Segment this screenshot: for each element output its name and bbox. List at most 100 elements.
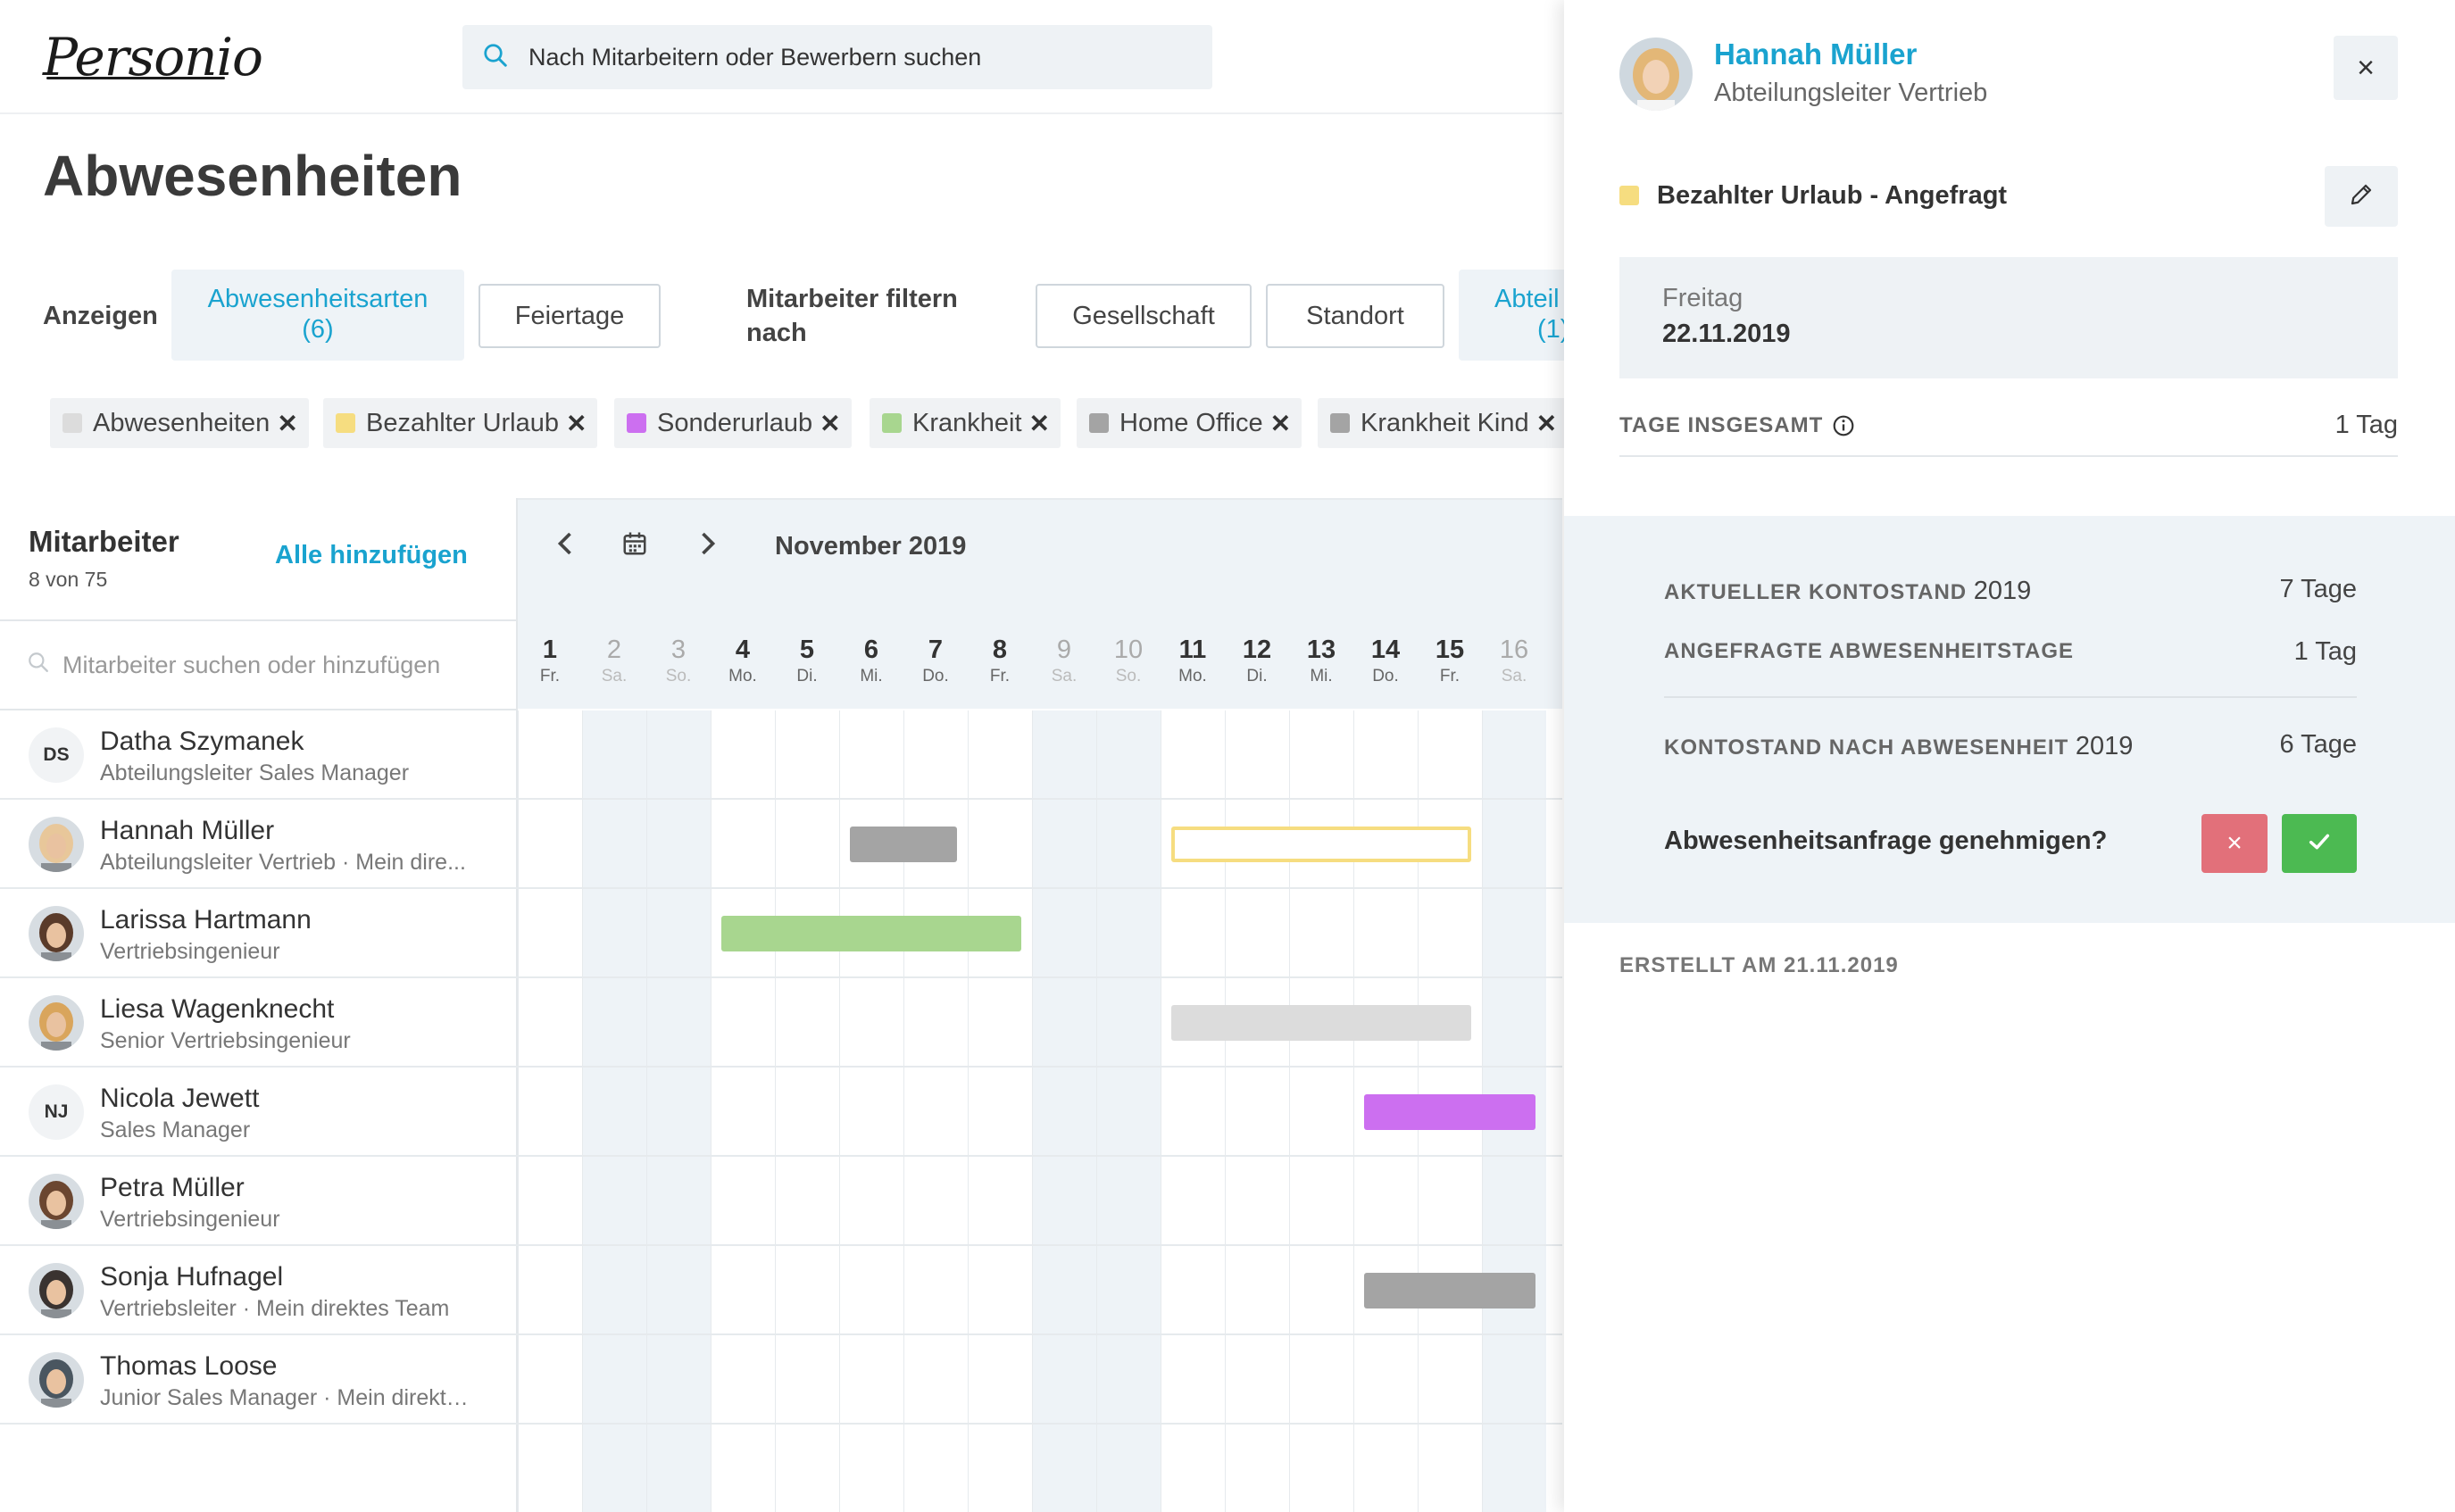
search-icon	[482, 42, 509, 73]
chip-color-swatch	[1330, 413, 1350, 433]
avatar: DS	[29, 727, 84, 783]
weekday-abbr: Fr.	[539, 667, 561, 685]
employee-name[interactable]: Thomas Loose	[100, 1351, 277, 1382]
remove-chip-icon[interactable]: ✕	[1029, 409, 1050, 438]
remove-chip-icon[interactable]: ✕	[1536, 409, 1557, 438]
filter-chip[interactable]: Krankheit Kind ✕	[1318, 398, 1569, 448]
avatar-initials: DS	[43, 744, 70, 765]
employee-row[interactable]: Sonja Hufnagel Vertriebsleiter · Mein dir…	[0, 1246, 1562, 1335]
current-balance-label: AKTUELLER KONTOSTAND 2019	[1664, 577, 2031, 606]
add-all-button[interactable]: Alle hinzufügen	[275, 541, 468, 570]
absence-bar[interactable]	[721, 916, 1021, 951]
day-number: 13	[1306, 636, 1336, 664]
filter-by-label-line2: nach	[746, 319, 807, 347]
absence-bar[interactable]	[1171, 827, 1471, 862]
filter-by-label-line1: Mitarbeiter filtern	[746, 285, 958, 313]
prev-month-button[interactable]	[555, 530, 575, 564]
close-panel-button[interactable]: ×	[2334, 36, 2398, 100]
avatar	[29, 1263, 84, 1318]
total-days-divider	[1619, 455, 2398, 457]
account-balance-section: AKTUELLER KONTOSTAND 2019 7 Tage ANGEFRA…	[1564, 516, 2455, 923]
absence-bar[interactable]	[850, 827, 957, 862]
absence-bar[interactable]	[1171, 1005, 1471, 1041]
filter-chip[interactable]: Abwesenheiten ✕	[50, 398, 309, 448]
close-icon: ×	[2226, 828, 2243, 858]
absence-types-count: (6)	[302, 315, 334, 344]
calendar-icon[interactable]	[621, 530, 648, 564]
global-search-input[interactable]: Nach Mitarbeitern oder Bewerbern suchen	[462, 25, 1212, 89]
day-number: 16	[1499, 636, 1529, 664]
balance-after-year: 2019	[2075, 732, 2134, 760]
edit-absence-button[interactable]	[2325, 166, 2398, 227]
absence-bar[interactable]	[1364, 1094, 1535, 1130]
requested-days-value: 1 Tag	[2293, 637, 2357, 666]
employee-name[interactable]: Petra Müller	[100, 1173, 245, 1203]
day-number: 12	[1242, 636, 1272, 664]
employee-name[interactable]: Larissa Hartmann	[100, 905, 312, 935]
employee-name[interactable]: Hannah Müller	[100, 816, 274, 846]
remove-chip-icon[interactable]: ✕	[566, 409, 587, 438]
filter-chip[interactable]: Home Office ✕	[1077, 398, 1302, 448]
day-number: 14	[1370, 636, 1401, 664]
day-number: 9	[1056, 636, 1072, 664]
employee-role: Vertriebsleiter · Mein direktes Team	[100, 1296, 450, 1321]
employee-name[interactable]: Nicola Jewett	[100, 1084, 259, 1114]
day-header: 13 Mi.	[1289, 636, 1353, 686]
avatar	[29, 1174, 84, 1229]
location-filter-button[interactable]: Standort	[1266, 284, 1444, 348]
filter-by-label: Mitarbeiter filtern nach	[746, 282, 958, 350]
created-date: ERSTELLT AM 21.11.2019	[1619, 953, 1899, 977]
remove-chip-icon[interactable]: ✕	[277, 409, 297, 438]
day-number: 7	[928, 636, 944, 664]
absence-detail-panel: Hannah Müller Abteilungsleiter Vertrieb …	[1564, 0, 2455, 1512]
search-icon	[27, 651, 50, 680]
weekday-abbr: Sa.	[1051, 667, 1078, 685]
employee-row[interactable]: NJ Nicola Jewett Sales Manager	[0, 1068, 1562, 1157]
remove-chip-icon[interactable]: ✕	[1270, 409, 1291, 438]
global-search-placeholder: Nach Mitarbeitern oder Bewerbern suchen	[528, 43, 982, 71]
approve-question: Abwesenheitsanfrage genehmigen?	[1664, 827, 2108, 855]
remove-chip-icon[interactable]: ✕	[820, 409, 840, 438]
show-label: Anzeigen	[43, 302, 158, 330]
employee-role: Sales Manager	[100, 1117, 251, 1142]
filter-chip[interactable]: Krankheit ✕	[870, 398, 1061, 448]
employee-search-input[interactable]: Mitarbeiter suchen oder hinzufügen	[0, 619, 518, 710]
chip-label: Abwesenheiten	[93, 408, 270, 437]
day-header: 12 Di.	[1225, 636, 1289, 686]
chip-color-swatch	[336, 413, 355, 433]
detail-employee-name[interactable]: Hannah Müller	[1714, 37, 1917, 71]
close-icon: ×	[2357, 50, 2375, 85]
avatar-initials: NJ	[44, 1101, 69, 1122]
approve-button[interactable]	[2282, 814, 2357, 873]
info-icon[interactable]	[1832, 414, 1855, 437]
employee-role: Junior Sales Manager · Mein direkte...	[100, 1385, 475, 1410]
weekday-abbr: Mi.	[860, 667, 883, 685]
absence-types-button[interactable]: Abwesenheitsarten (6)	[171, 270, 464, 361]
filter-chip[interactable]: Bezahlter Urlaub ✕	[323, 398, 598, 448]
filter-chip[interactable]: Sonderurlaub ✕	[614, 398, 852, 448]
balance-divider	[1664, 696, 2357, 698]
reject-button[interactable]: ×	[2201, 814, 2268, 873]
day-header: 8 Fr.	[968, 636, 1032, 686]
weekday-abbr: Mo.	[1178, 667, 1207, 685]
day-header: 1 Fr.	[518, 636, 582, 686]
company-filter-button[interactable]: Gesellschaft	[1036, 284, 1252, 348]
day-number: 11	[1178, 636, 1207, 664]
employee-row[interactable]: Petra Müller Vertriebsingenieur	[0, 1157, 1562, 1246]
holidays-button[interactable]: Feiertage	[479, 284, 661, 348]
employee-row[interactable]: Thomas Loose Junior Sales Manager · Mein …	[0, 1335, 1562, 1425]
employee-name[interactable]: Sonja Hufnagel	[100, 1262, 283, 1292]
employee-role: Senior Vertriebsingenieur	[100, 1028, 351, 1053]
header-divider	[0, 112, 1562, 114]
chip-label: Sonderurlaub	[657, 408, 813, 437]
pencil-icon	[2348, 181, 2375, 212]
employee-row[interactable]: DS Datha Szymanek Abteilungsleiter Sales M…	[0, 710, 1562, 800]
employee-name[interactable]: Datha Szymanek	[100, 727, 304, 757]
chip-color-swatch	[627, 413, 646, 433]
absence-bar[interactable]	[1364, 1273, 1535, 1308]
next-month-button[interactable]	[698, 530, 718, 564]
avatar	[29, 995, 84, 1051]
avatar: NJ	[29, 1084, 84, 1140]
avatar	[29, 1352, 84, 1408]
employee-name[interactable]: Liesa Wagenknecht	[100, 994, 334, 1025]
